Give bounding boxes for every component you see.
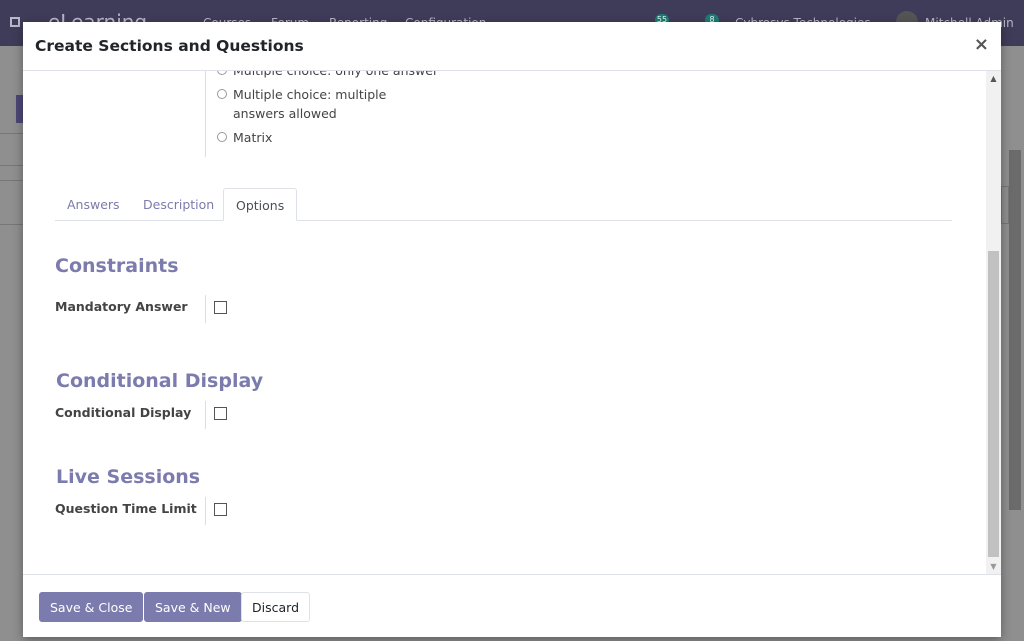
radio-label: Matrix [233,130,273,145]
tab-options[interactable]: Options [223,188,298,221]
scroll-up-arrow-icon[interactable]: ▲ [986,71,1001,86]
radio-single-choice[interactable]: Multiple choice: only one answer [217,71,438,80]
tab-answers[interactable]: Answers [55,188,132,221]
background-divider [0,133,24,134]
radio-label: Multiple choice: only one answer [233,71,438,80]
scroll-down-arrow-icon[interactable]: ▼ [986,559,1001,574]
section-title-live-sessions: Live Sessions [56,466,201,488]
section-title-constraints: Constraints [55,255,179,277]
radio-circle-icon[interactable] [217,132,227,142]
dialog-footer: Save & Close Save & New Discard [23,574,1001,637]
dialog-title: Create Sections and Questions [35,37,304,55]
dialog-body: Multiple choice: only one answer Multipl… [23,71,1001,574]
background-divider [0,165,24,166]
question-tabs: Answers Description Options [55,188,952,221]
field-label-mandatory-answer: Mandatory Answer [55,299,188,314]
mandatory-answer-checkbox[interactable] [214,301,227,314]
background-divider [0,224,24,225]
save-close-button[interactable]: Save & Close [39,592,144,622]
background-scrollbar [1009,150,1021,510]
discard-button[interactable]: Discard [241,592,310,622]
save-new-button[interactable]: Save & New [144,592,242,622]
dialog-header: Create Sections and Questions × [23,22,1001,71]
tab-description[interactable]: Description [131,188,226,221]
create-sections-dialog: Create Sections and Questions × Multiple… [23,22,1001,637]
field-label-conditional-display: Conditional Display [55,405,192,420]
field-separator [205,497,206,525]
close-icon[interactable]: × [974,35,989,55]
radio-label: Multiple choice: multiple answers allowe… [233,87,387,121]
radio-matrix[interactable]: Matrix [217,128,272,147]
section-title-conditional-display: Conditional Display [56,370,264,392]
radio-circle-icon[interactable] [217,89,227,99]
field-separator [205,401,206,429]
background-divider [0,180,24,181]
dialog-scrollbar[interactable]: ▲ ▼ [986,71,1001,574]
apps-menu-icon[interactable] [10,17,20,27]
radio-circle-icon[interactable] [217,71,227,75]
radio-multiple-choice[interactable]: Multiple choice: multiple answers allowe… [217,85,437,123]
conditional-display-checkbox[interactable] [214,407,227,420]
field-label-question-time-limit: Question Time Limit [55,501,197,516]
scroll-thumb[interactable] [988,251,999,557]
question-time-limit-checkbox[interactable] [214,503,227,516]
field-separator [205,295,206,323]
background-field [1001,186,1009,224]
question-type-radio-group: Multiple choice: only one answer Multipl… [205,71,446,157]
